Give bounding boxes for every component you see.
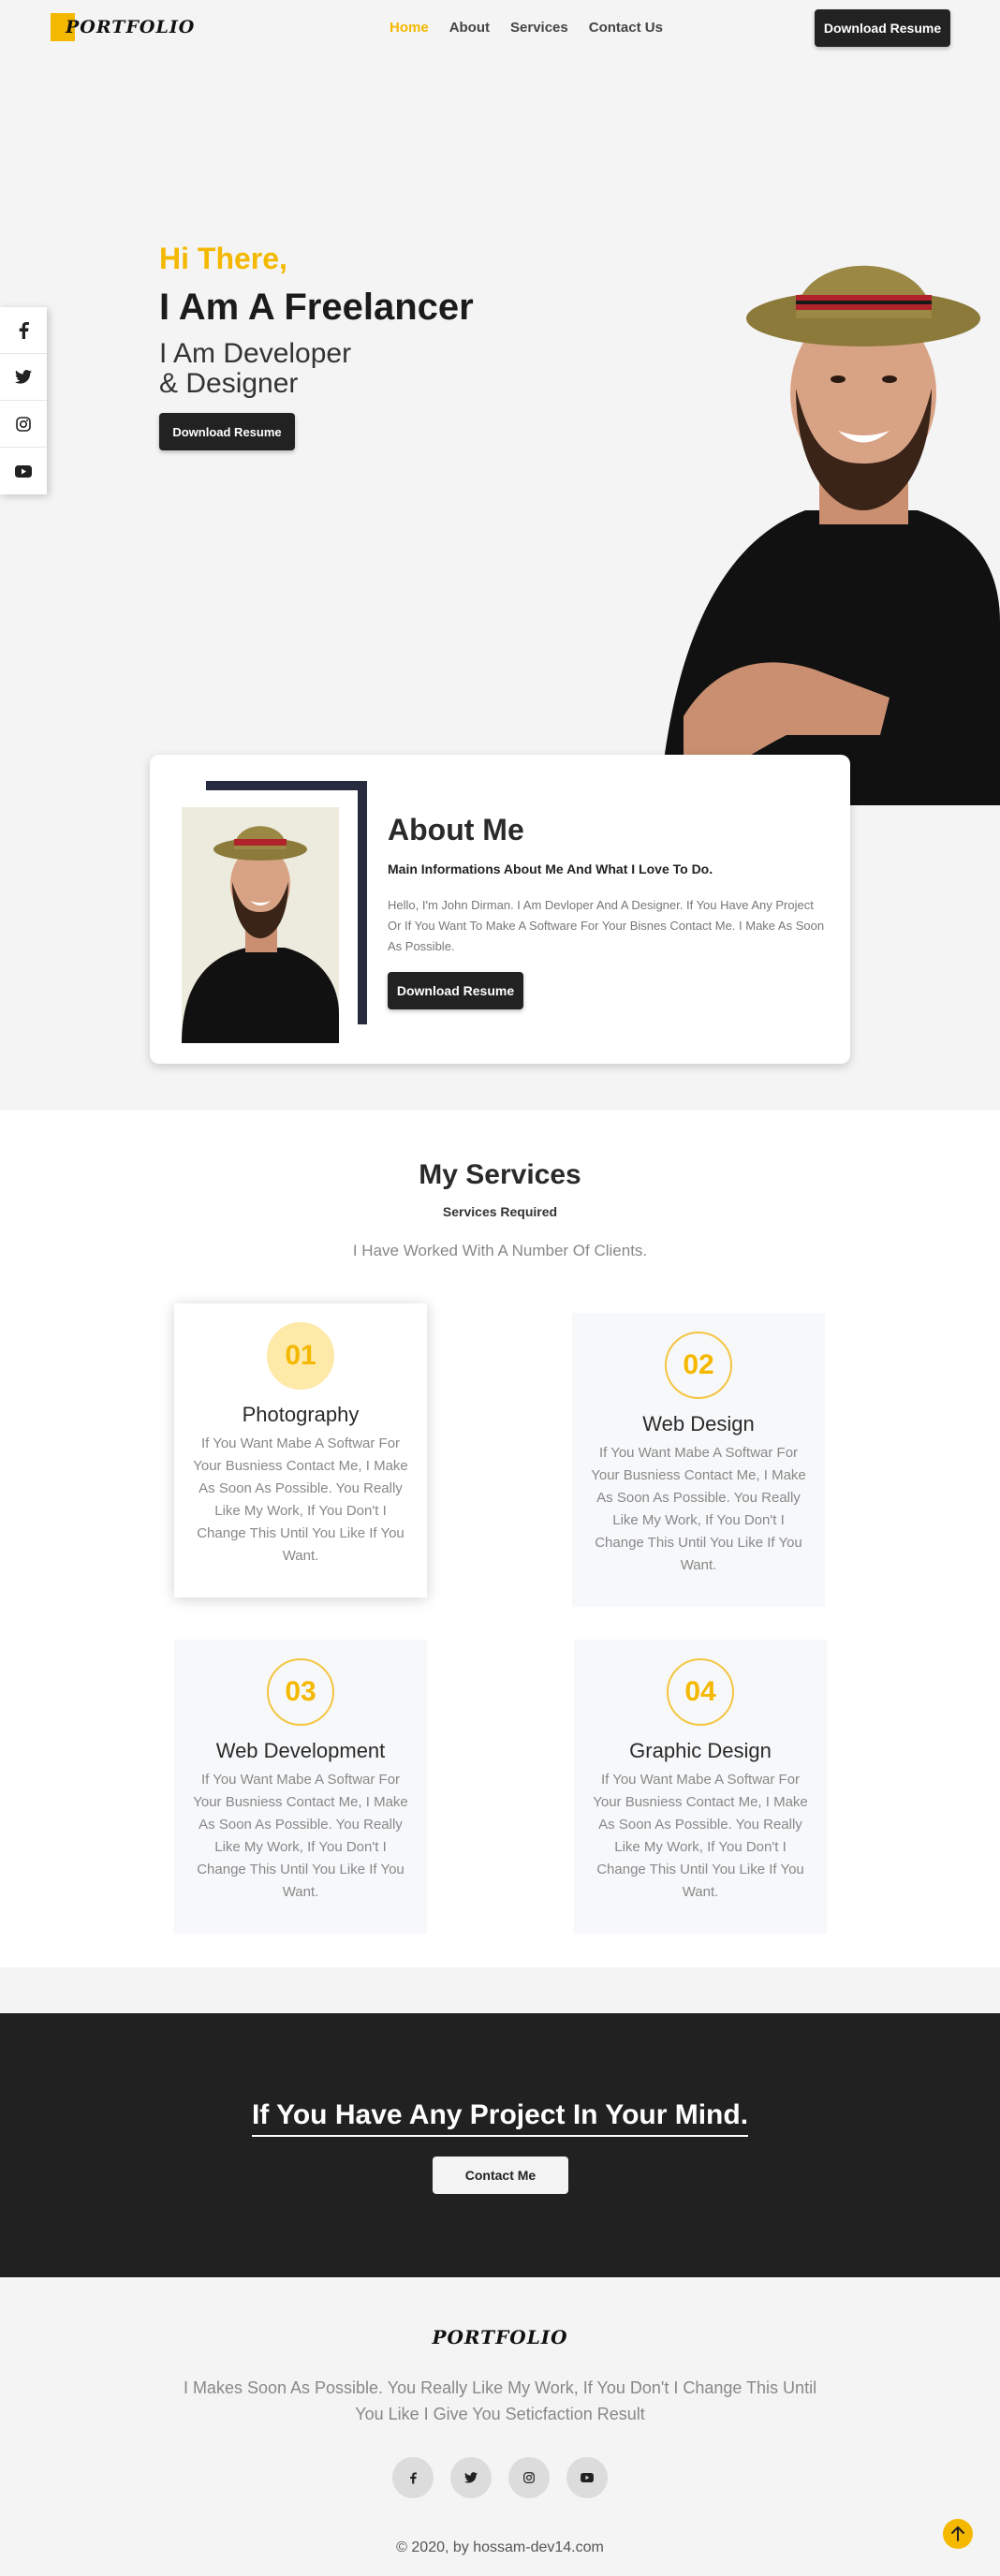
service-number: 01: [267, 1322, 334, 1390]
about-title: About Me: [388, 813, 524, 846]
instagram-icon: [16, 416, 31, 432]
facebook-link[interactable]: [0, 307, 47, 354]
services-section: My Services Services Required I Have Wor…: [0, 1111, 1000, 1967]
service-title: Photography: [242, 1403, 360, 1426]
service-text: If You Want Mabe A Softwar For Your Busn…: [193, 1435, 408, 1564]
about-portrait: [182, 807, 339, 1043]
nav-download-resume-button[interactable]: Download Resume: [815, 9, 950, 47]
cta-title-text: If You Have Any Project In Your Mind.: [251, 2099, 749, 2137]
twitter-icon: [464, 2472, 478, 2483]
nav-links: Home About Services Contact Us: [390, 20, 684, 36]
service-title: Web Design: [642, 1412, 755, 1435]
youtube-link[interactable]: [0, 448, 47, 494]
services-description: I Have Worked With A Number Of Clients.: [352, 1242, 648, 1259]
service-text: If You Want Mabe A Softwar For Your Busn…: [591, 1445, 806, 1573]
footer-social-links: [392, 2457, 608, 2498]
footer-instagram-link[interactable]: [508, 2457, 550, 2498]
footer-twitter-link[interactable]: [450, 2457, 492, 2498]
nav-link-contact[interactable]: Contact Us: [589, 20, 663, 36]
facebook-icon: [410, 2472, 417, 2483]
hero-subtitle: I Am Developer & Designer: [159, 339, 440, 399]
social-sidebar: [0, 307, 47, 494]
service-number: 02: [665, 1332, 732, 1399]
instagram-link[interactable]: [0, 401, 47, 448]
about-description: Hello, I'm John Dirman. I Am Devloper An…: [388, 898, 825, 953]
footer-youtube-link[interactable]: [566, 2457, 608, 2498]
cta-title: If You Have Any Project In Your Mind.: [0, 2099, 1000, 2137]
twitter-link[interactable]: [0, 354, 47, 401]
service-text: If You Want Mabe A Softwar For Your Busn…: [193, 1772, 408, 1900]
service-title: Graphic Design: [629, 1739, 772, 1762]
footer-facebook-link[interactable]: [392, 2457, 434, 2498]
facebook-icon: [19, 321, 29, 339]
service-text: If You Want Mabe A Softwar For Your Busn…: [593, 1772, 808, 1900]
hero-portrait-illustration: [646, 229, 1000, 805]
hero-greeting: Hi There,: [159, 242, 287, 275]
cta-section: If You Have Any Project In Your Mind. Co…: [0, 2013, 1000, 2277]
service-title: Web Development: [215, 1739, 386, 1762]
hero-title: I Am A Freelancer: [159, 287, 474, 328]
twitter-icon: [15, 370, 32, 384]
footer-copyright: © 2020, by hossam-dev14.com: [396, 2539, 604, 2555]
contact-me-button[interactable]: Contact Me: [433, 2156, 568, 2194]
about-subtitle: Main Informations About Me And What I Lo…: [388, 861, 713, 876]
service-number: 03: [267, 1658, 334, 1726]
hero-download-resume-button[interactable]: Download Resume: [159, 413, 295, 450]
footer-logo[interactable]: PORTFOLIO: [0, 2326, 1000, 2348]
footer-text: I Makes Soon As Possible. You Really Lik…: [183, 2378, 817, 2423]
about-portrait-illustration: [182, 807, 339, 1043]
youtube-icon: [581, 2473, 594, 2482]
services-subtitle: Services Required: [442, 1204, 558, 1219]
hero-subtitle-line2: & Designer: [159, 368, 299, 399]
nav-link-home[interactable]: Home: [390, 20, 429, 36]
hero-subtitle-line1: I Am Developer: [159, 338, 352, 369]
youtube-icon: [15, 464, 32, 478]
nav-link-about[interactable]: About: [449, 20, 490, 36]
hero-portrait: [646, 229, 1000, 805]
service-card-web-development[interactable]: 03 Web Development If You Want Mabe A So…: [174, 1640, 427, 1934]
about-download-resume-button[interactable]: Download Resume: [388, 972, 523, 1009]
service-card-graphic-design[interactable]: 04 Graphic Design If You Want Mabe A Sof…: [574, 1640, 827, 1934]
service-number: 04: [667, 1658, 734, 1726]
logo-text: ORTFOLIO: [80, 17, 196, 37]
about-card: About Me Main Informations About Me And …: [150, 755, 850, 1064]
service-card-photography[interactable]: 01 Photography If You Want Mabe A Softwa…: [174, 1303, 427, 1597]
nav-link-services[interactable]: Services: [510, 20, 568, 36]
logo[interactable]: PORTFOLIO: [51, 13, 195, 41]
services-title: My Services: [419, 1159, 581, 1190]
logo-letter: P: [66, 17, 81, 37]
service-card-web-design[interactable]: 02 Web Design If You Want Mabe A Softwar…: [572, 1313, 825, 1607]
top-nav: PORTFOLIO Home About Services Contact Us…: [0, 0, 1000, 56]
scroll-to-top-button[interactable]: [943, 2519, 973, 2549]
instagram-icon: [523, 2472, 535, 2483]
arrow-up-icon: [951, 2526, 964, 2541]
